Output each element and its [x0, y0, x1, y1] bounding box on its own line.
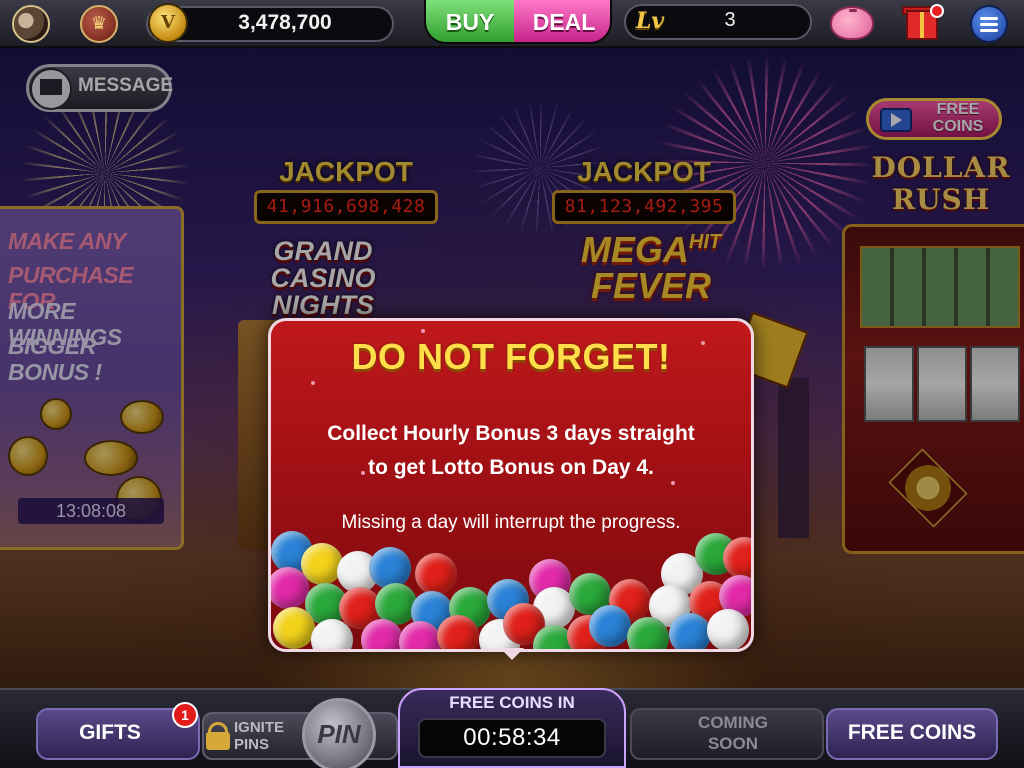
notification-dot: [930, 4, 944, 18]
free-coins-in-label: FREE COINS IN: [449, 693, 575, 712]
lotto-ball: [589, 605, 631, 647]
menu-icon: [980, 29, 998, 32]
coming-line: COMING: [698, 713, 768, 732]
lotto-ball: [271, 567, 309, 609]
level-icon: Lv: [635, 8, 665, 34]
ignite-line: IGNITE: [234, 719, 285, 736]
deal-button[interactable]: DEAL: [514, 0, 610, 42]
gifts-label: GIFTS: [79, 721, 141, 744]
ignite-line: PINS: [234, 736, 270, 753]
lotto-ball: [437, 615, 479, 649]
coin-icon: V: [148, 3, 188, 43]
menu-icon: [980, 17, 998, 20]
crown-icon[interactable]: ♛: [80, 5, 118, 43]
free-coins-countdown: 00:58:34: [463, 724, 561, 751]
menu-icon: [980, 23, 998, 26]
modal-title: DO NOT FORGET!: [351, 336, 671, 377]
avatar[interactable]: [12, 5, 50, 43]
lotto-ball: [669, 613, 711, 649]
lotto-ball: [723, 537, 751, 579]
pin-icon[interactable]: PIN: [302, 698, 376, 768]
lotto-ball: [301, 543, 343, 585]
notification-badge: 1: [172, 702, 198, 728]
sparkle-decoration: [311, 381, 315, 385]
modal-warning-line: Missing a day will interrupt the progres…: [341, 512, 681, 533]
level-value: 3: [724, 9, 736, 31]
buy-deal-tabs: BUY DEAL: [424, 0, 612, 44]
modal-message-line: Collect Hourly Bonus 3 days straight: [327, 422, 695, 445]
lotto-ball: [415, 553, 457, 595]
lock-icon-body: [206, 732, 230, 750]
coin-balance-value: 3,478,700: [238, 11, 332, 34]
lotto-ball: [707, 609, 749, 649]
piggy-bank-slot: [849, 9, 857, 12]
modal-message-line: to get Lotto Bonus on Day 4.: [368, 456, 654, 479]
buy-button[interactable]: BUY: [426, 0, 514, 42]
sparkle-decoration: [421, 329, 425, 333]
lotto-ball: [627, 617, 669, 649]
coming-soon-label: COMING SOON: [630, 712, 836, 754]
free-coins-label: FREE COINS: [847, 721, 977, 744]
coming-line: SOON: [707, 734, 759, 753]
lotto-ball: [273, 607, 315, 649]
sparkle-decoration: [671, 481, 675, 485]
ignite-pins-label: IGNITE PINS: [234, 719, 304, 753]
modal-pointer: [500, 648, 524, 660]
